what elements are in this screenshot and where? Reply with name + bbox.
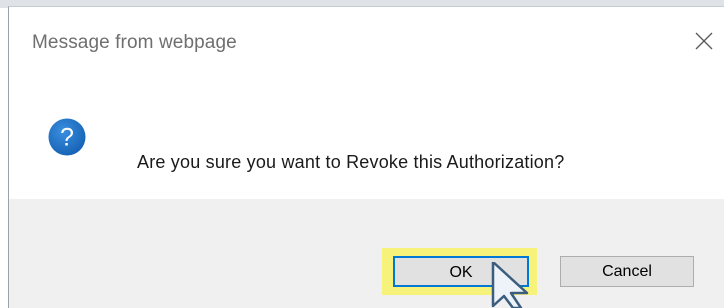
cancel-button[interactable]: Cancel [560,256,694,287]
dialog-button-bar: OK Cancel [9,199,724,308]
question-icon: ? [48,118,86,156]
dialog-message: Are you sure you want to Revoke this Aut… [137,152,565,172]
close-button[interactable] [690,27,718,55]
dialog-title: Message from webpage [32,32,237,53]
ok-button[interactable]: OK [393,256,529,287]
dialog-titlebar: Message from webpage [9,7,724,73]
svg-text:?: ? [60,124,74,152]
close-icon [695,32,713,50]
page: Message from webpage ? Are you sure you … [0,0,724,308]
dialog-body: ? Are you sure you want to Revoke this A… [9,73,724,199]
message-dialog: Message from webpage ? Are you sure you … [8,6,724,308]
